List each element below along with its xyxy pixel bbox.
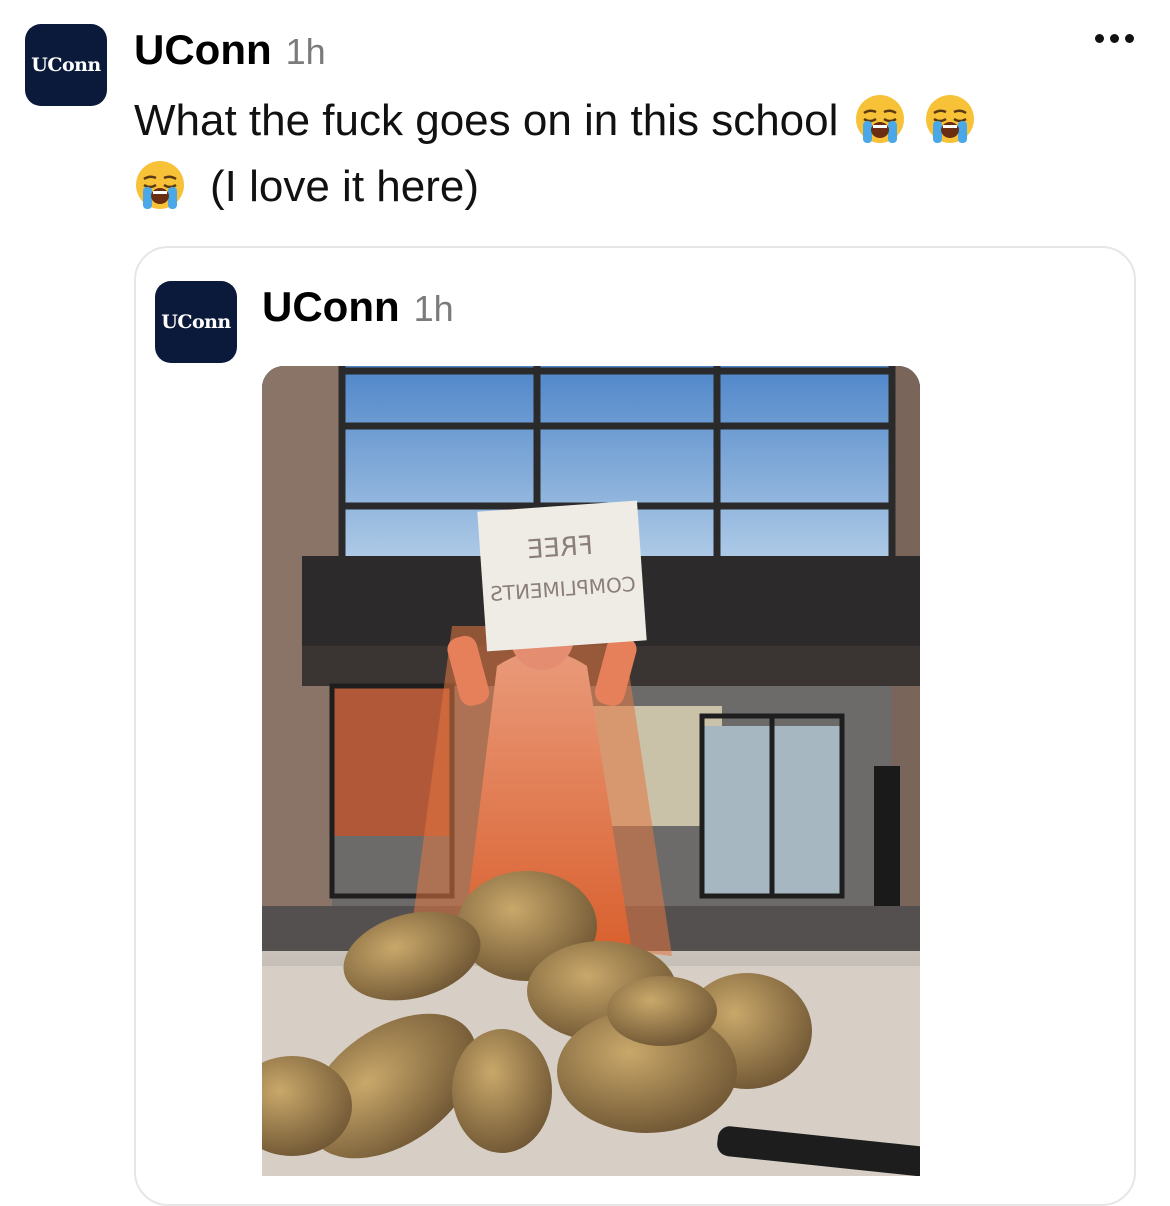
post-text: What the fuck goes on in this school (I …	[134, 88, 1124, 220]
sign-text-line1: FREE	[526, 531, 594, 566]
post-header: UConn 1h	[134, 26, 326, 74]
more-dot-icon	[1095, 34, 1104, 43]
more-dot-icon	[1125, 34, 1134, 43]
author-name[interactable]: UConn	[134, 26, 272, 74]
crying-face-emoji-icon	[925, 95, 974, 143]
quoted-post-header: UConn 1h	[262, 283, 454, 331]
post-text-line1: What the fuck goes on in this school	[134, 96, 839, 145]
quoted-post-timestamp: 1h	[413, 288, 454, 329]
photo-illustration: FREE COMPLIMENTS	[262, 366, 920, 1176]
post-timestamp: 1h	[285, 31, 326, 72]
quoted-avatar-logo-text: UConn	[161, 311, 231, 333]
quoted-post-photo[interactable]: FREE COMPLIMENTS	[262, 366, 920, 1176]
crying-face-emoji-icon	[855, 95, 904, 143]
crying-face-emoji-icon	[136, 161, 184, 209]
quoted-avatar[interactable]: UConn	[155, 281, 237, 363]
avatar-logo-text: UConn	[31, 54, 101, 76]
post-text-line2: (I love it here)	[210, 162, 479, 211]
more-dot-icon	[1110, 34, 1119, 43]
quoted-author-name[interactable]: UConn	[262, 283, 400, 331]
avatar[interactable]: UConn	[25, 24, 107, 106]
more-options-button[interactable]	[1095, 34, 1134, 43]
post: UConn UConn 1h What the fuck goes on in …	[0, 0, 1170, 1206]
